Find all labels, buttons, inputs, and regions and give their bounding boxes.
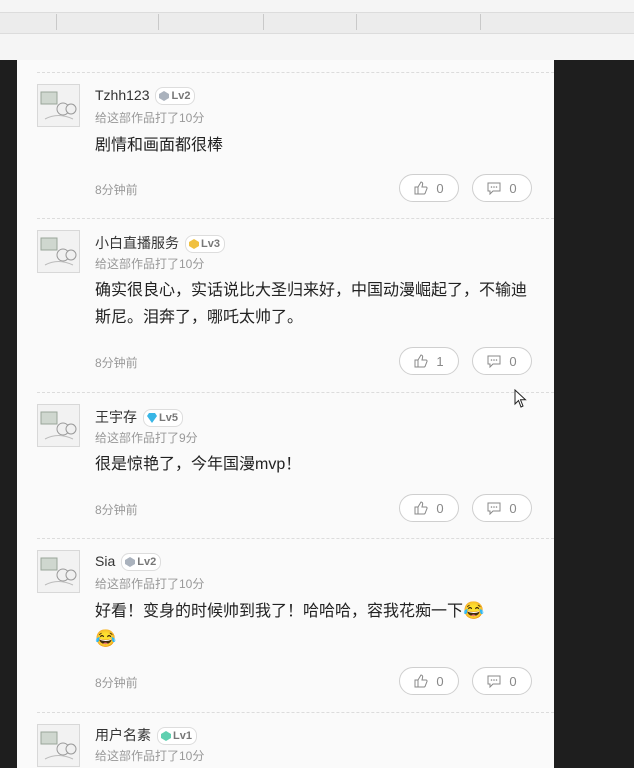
like-button[interactable]: 0	[399, 174, 459, 202]
rating-text: 给这部作品打了10分	[95, 577, 205, 591]
toolbar-divider	[56, 14, 57, 30]
rating-text: 给这部作品打了9分	[95, 431, 198, 445]
thumbs-up-icon	[414, 354, 428, 368]
comment-item: 王宇存 Lv5 给这部作品打了9分 很是惊艳了，今年国漫mvp！ 8分钟前 0 0	[37, 392, 554, 538]
gem-icon	[161, 731, 171, 742]
level-badge: Lv3	[185, 235, 225, 254]
level-badge: Lv2	[155, 87, 196, 106]
comment-text: 确实很良心，实话说比大圣归来好，中国动漫崛起了，不输迪斯尼。泪奔了，哪吒太帅了。	[95, 282, 528, 326]
username[interactable]: 王宇存 Lv5	[95, 407, 183, 428]
diamond-icon	[147, 413, 157, 424]
avatar[interactable]	[37, 404, 80, 447]
level-badge: Lv5	[143, 409, 183, 428]
comment-time: 8分钟前	[95, 503, 138, 517]
reply-button[interactable]: 0	[472, 347, 532, 375]
comment-icon	[487, 675, 501, 688]
comment-item: Sia Lv2 给这部作品打了10分 好看！变身的时候帅到我了！哈哈哈，容我花痴一…	[37, 538, 554, 712]
thumbs-up-icon	[414, 501, 428, 515]
rating-text: 给这部作品打了10分	[95, 111, 205, 125]
toolbar-strip	[0, 12, 634, 34]
toolbar-divider	[480, 14, 481, 30]
username[interactable]: 用户名素 Lv1	[95, 725, 197, 746]
comment-text: 剧情和画面都很棒	[95, 137, 224, 154]
level-badge: Lv1	[157, 727, 197, 746]
browser-toolbar	[0, 0, 634, 61]
laughing-emoji: 😂	[95, 629, 117, 648]
toolbar-divider	[158, 14, 159, 30]
comment-time: 8分钟前	[95, 676, 138, 690]
rating-text: 给这部作品打了10分	[95, 749, 205, 763]
reply-button[interactable]: 0	[472, 494, 532, 522]
comment-time: 8分钟前	[95, 356, 138, 370]
comment-item: Tzhh123 Lv2 给这部作品打了10分 剧情和画面都很棒 8分钟前 0 0	[37, 72, 554, 218]
toolbar-divider	[356, 14, 357, 30]
comment-item: 用户名素 Lv1 给这部作品打了10分	[37, 712, 554, 768]
avatar[interactable]	[37, 724, 80, 767]
avatar[interactable]	[37, 84, 80, 127]
username[interactable]: 小白直播服务 Lv3	[95, 233, 225, 254]
like-button[interactable]: 1	[399, 347, 459, 375]
laughing-emoji: 😂	[463, 601, 485, 620]
thumbs-up-icon	[414, 674, 428, 688]
avatar[interactable]	[37, 550, 80, 593]
username[interactable]: Sia Lv2	[95, 553, 162, 572]
reply-button[interactable]: 0	[472, 174, 532, 202]
mouse-cursor-icon	[514, 389, 527, 408]
comment-icon	[487, 355, 501, 368]
like-button[interactable]: 0	[399, 667, 459, 695]
rating-text: 给这部作品打了10分	[95, 257, 205, 271]
gem-icon	[125, 557, 136, 568]
comment-icon	[487, 182, 501, 195]
toolbar-divider	[263, 14, 264, 30]
comment-item: 小白直播服务 Lv3 给这部作品打了10分 确实很良心，实话说比大圣归来好，中国动…	[37, 218, 554, 392]
reply-button[interactable]: 0	[472, 667, 532, 695]
gem-icon	[159, 91, 170, 102]
left-backdrop	[0, 60, 17, 768]
username[interactable]: Tzhh123 Lv2	[95, 87, 196, 106]
comment-icon	[487, 502, 501, 515]
right-backdrop	[554, 60, 634, 768]
like-button[interactable]: 0	[399, 494, 459, 522]
comment-time: 8分钟前	[95, 183, 138, 197]
comment-list: Tzhh123 Lv2 给这部作品打了10分 剧情和画面都很棒 8分钟前 0 0 …	[17, 60, 554, 768]
comment-text: 好看！变身的时候帅到我了！哈哈哈，容我花痴一下😂 😂	[95, 601, 485, 648]
avatar[interactable]	[37, 230, 80, 273]
gem-icon	[189, 239, 199, 250]
comment-text: 很是惊艳了，今年国漫mvp！	[95, 456, 302, 473]
thumbs-up-icon	[414, 181, 428, 195]
level-badge: Lv2	[121, 553, 162, 572]
